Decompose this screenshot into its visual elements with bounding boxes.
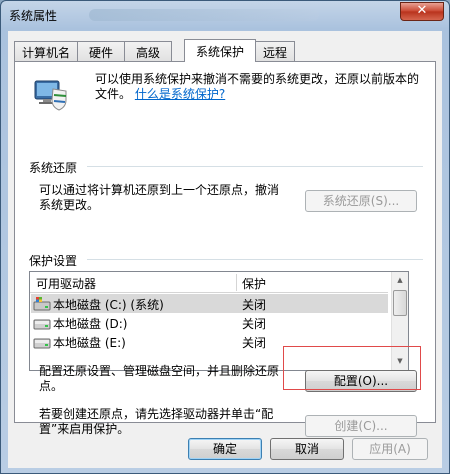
protection-status: 关闭	[242, 336, 267, 350]
apply-button[interactable]: 应用(A)	[352, 438, 428, 460]
drive-row-d[interactable]: 本地磁盘 (D:) 关闭	[31, 313, 388, 332]
system-restore-section-label: 系统还原	[29, 161, 78, 175]
column-divider[interactable]	[236, 274, 237, 291]
drive-name: 本地磁盘 (D:)	[53, 317, 128, 331]
close-icon: ✕	[416, 3, 428, 18]
list-header: 可用驱动器 保护	[30, 272, 388, 293]
system-protection-icon	[34, 80, 67, 111]
dialog-client-area: 计算机名 硬件 高级 系统保护 远程 可以使用系统保护来撤消不需要的系统更改，还…	[8, 31, 442, 468]
configure-description: 配置还原设置、管理磁盘空间，并且删除还原点。	[39, 364, 280, 393]
title-bar-blur	[89, 9, 319, 21]
tab-hardware[interactable]: 硬件	[77, 41, 125, 61]
tab-advanced[interactable]: 高级	[124, 41, 172, 61]
protection-status: 关闭	[242, 298, 267, 312]
system-restore-description: 可以通过将计算机还原到上一个还原点，撤消系统更改。	[39, 183, 280, 212]
system-restore-button[interactable]: 系统还原(S)...	[305, 190, 417, 212]
create-description: 若要创建还原点，请先选择驱动器并单击“配置”来启用保护。	[39, 407, 274, 436]
tab-computer-name[interactable]: 计算机名	[14, 41, 78, 61]
close-button[interactable]: ✕	[400, 2, 444, 21]
window-title: 系统属性	[9, 9, 58, 23]
cancel-button[interactable]: 取消	[270, 438, 344, 460]
tab-remote[interactable]: 远程	[255, 41, 295, 61]
scrollbar-thumb[interactable]	[393, 290, 407, 316]
title-bar[interactable]: 系统属性 ✕	[1, 1, 449, 31]
column-header-available-drives[interactable]: 可用驱动器	[36, 275, 96, 292]
scroll-up-icon[interactable]: ▲	[392, 272, 408, 289]
protection-settings-section-label: 保护设置	[29, 254, 78, 268]
drive-name: 本地磁盘 (C:) (系统)	[53, 298, 164, 312]
tab-system-protection[interactable]: 系统保护	[184, 39, 256, 62]
hard-drive-icon	[33, 338, 51, 349]
create-button-highlight-box	[283, 346, 421, 390]
system-restore-divider	[87, 166, 423, 167]
hard-drive-icon	[33, 319, 51, 330]
system-drive-icon	[33, 297, 51, 311]
protection-settings-divider	[87, 259, 423, 260]
drive-row-c[interactable]: 本地磁盘 (C:) (系统) 关闭	[31, 294, 388, 313]
tab-strip: 计算机名 硬件 高级 系统保护 远程	[14, 39, 434, 62]
protection-status: 关闭	[242, 317, 267, 331]
column-header-protection[interactable]: 保护	[242, 275, 266, 292]
system-properties-window: 系统属性 ✕ 计算机名 硬件 高级 系统保护 远程 可以使用系统保护来撤消不需要…	[0, 0, 450, 474]
what-is-system-protection-link[interactable]: 什么是系统保护?	[135, 87, 225, 101]
ok-button[interactable]: 确定	[188, 438, 262, 460]
create-button[interactable]: 创建(C)...	[305, 415, 417, 437]
intro-description: 可以使用系统保护来撤消不需要的系统更改，还原以前版本的文件。 什么是系统保护?	[95, 72, 425, 102]
drive-name: 本地磁盘 (E:)	[53, 336, 126, 350]
